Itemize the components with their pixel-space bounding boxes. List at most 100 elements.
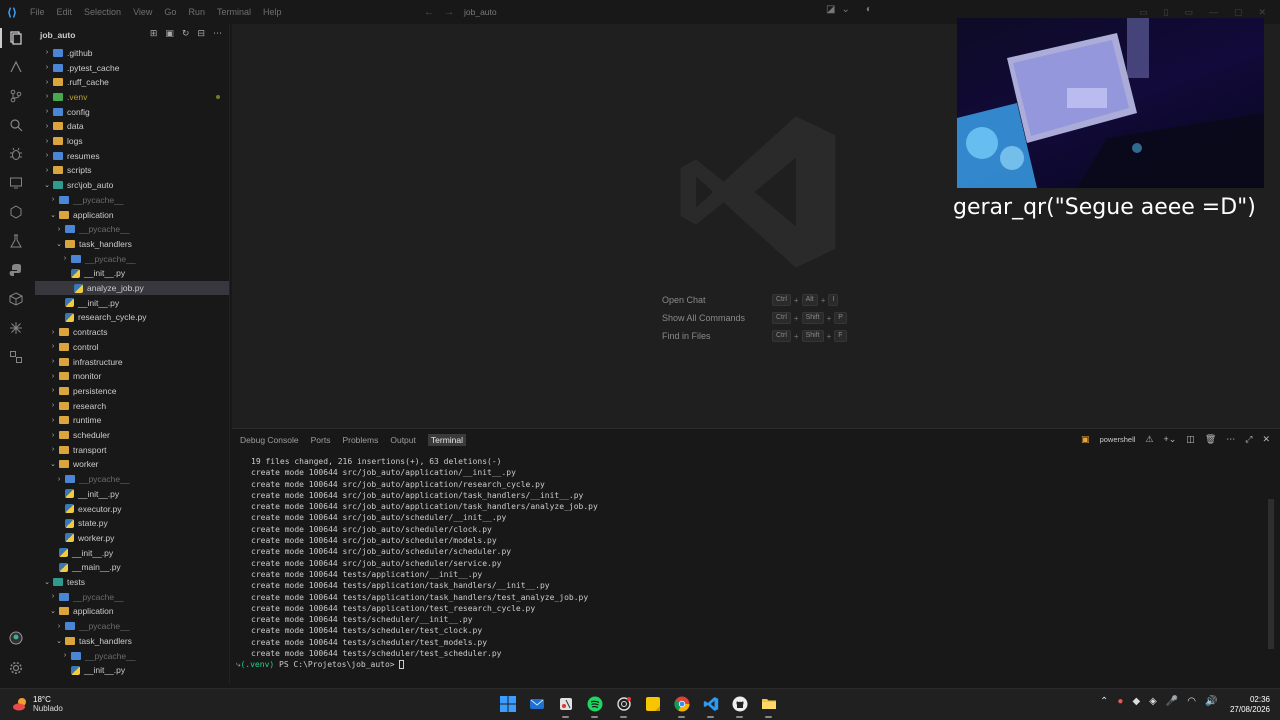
close-icon[interactable]: ✕: [1258, 7, 1266, 18]
new-folder-icon[interactable]: ▣: [165, 28, 174, 39]
chevron-down-icon[interactable]: ⌄: [54, 240, 64, 248]
tree-folder[interactable]: › __pycache__: [32, 472, 230, 487]
tree-folder[interactable]: › resumes: [32, 148, 230, 163]
tree-file[interactable]: executor.py: [32, 501, 230, 516]
chevron-right-icon[interactable]: ›: [42, 79, 52, 86]
tree-folder[interactable]: ⌄ tests: [32, 575, 230, 590]
chevron-right-icon[interactable]: ›: [54, 623, 64, 630]
collapse-all-icon[interactable]: ⊟: [197, 28, 205, 39]
menu-selection[interactable]: Selection: [78, 0, 127, 24]
chevron-right-icon[interactable]: ›: [48, 358, 58, 365]
chevron-right-icon[interactable]: ›: [42, 167, 52, 174]
shortcut-find-in-files[interactable]: Find in Files Ctrl + Shift + F: [662, 330, 847, 342]
menu-view[interactable]: View: [127, 0, 158, 24]
windows-start-icon[interactable]: [498, 694, 517, 714]
refresh-icon[interactable]: ↻: [182, 28, 190, 39]
remote-explorer-icon[interactable]: [0, 169, 32, 197]
chevron-right-icon[interactable]: ›: [48, 373, 58, 380]
chevron-down-icon[interactable]: ⌄: [48, 460, 58, 468]
tree-folder[interactable]: › infrastructure: [32, 354, 230, 369]
chevron-up-icon[interactable]: ⌃: [1100, 696, 1108, 707]
warning-icon[interactable]: ⚠: [1145, 434, 1153, 445]
chevron-right-icon[interactable]: ›: [48, 593, 58, 600]
maximize-icon[interactable]: ▢: [1234, 7, 1243, 18]
menu-terminal[interactable]: Terminal: [211, 0, 257, 24]
snipping-tool-icon[interactable]: [556, 694, 575, 718]
tree-file[interactable]: __main__.py: [32, 560, 230, 575]
tree-folder[interactable]: › transport: [32, 442, 230, 457]
tree-folder[interactable]: › .ruff_cache: [32, 75, 230, 90]
tree-file[interactable]: __init__.py: [32, 663, 230, 678]
chevron-right-icon[interactable]: ›: [42, 108, 52, 115]
file-explorer-icon[interactable]: [759, 694, 778, 718]
shortcut-show-all-commands[interactable]: Show All Commands Ctrl + Shift + P: [662, 312, 847, 324]
chevron-right-icon[interactable]: ›: [42, 152, 52, 159]
chevron-right-icon[interactable]: ›: [48, 446, 58, 453]
accounts-badge-icon[interactable]: ◐: [866, 4, 872, 15]
debug-icon[interactable]: [0, 140, 32, 168]
chevron-right-icon[interactable]: ›: [48, 387, 58, 394]
tree-folder[interactable]: › persistence: [32, 384, 230, 399]
settings-sync-icon[interactable]: [0, 314, 32, 342]
terminal-scrollbar[interactable]: [1268, 499, 1274, 649]
more-actions-icon[interactable]: ⋯: [213, 28, 222, 39]
chevron-down-icon[interactable]: ⌄: [42, 181, 52, 189]
tree-folder[interactable]: › scheduler: [32, 428, 230, 443]
tree-file[interactable]: __init__.py: [32, 295, 230, 310]
chevron-right-icon[interactable]: ›: [48, 432, 58, 439]
terminal-prompt[interactable]: ⤷(.venv) PS C:\Projetos\job_auto>: [236, 660, 405, 670]
kill-terminal-icon[interactable]: 🗑: [1205, 434, 1216, 445]
tree-folder[interactable]: ⌄ application: [32, 207, 230, 222]
minimize-icon[interactable]: —: [1209, 7, 1218, 17]
tree-folder[interactable]: › __pycache__: [32, 251, 230, 266]
account-icon[interactable]: [0, 624, 32, 652]
tree-file[interactable]: state.py: [32, 516, 230, 531]
misc-icon[interactable]: [0, 343, 32, 371]
toggle-sidebar-icon[interactable]: ▯: [1163, 7, 1168, 18]
new-file-icon[interactable]: ⊞: [150, 28, 158, 39]
volume-icon[interactable]: 🔊: [1205, 696, 1217, 707]
tree-folder[interactable]: › __pycache__: [32, 619, 230, 634]
wifi-icon[interactable]: ◠: [1187, 696, 1196, 707]
tree-file[interactable]: __init__.py: [32, 266, 230, 281]
terminal-profile-label[interactable]: powershell: [1100, 435, 1136, 444]
settings-gear-icon[interactable]: [0, 654, 32, 682]
chevron-right-icon[interactable]: ›: [42, 138, 52, 145]
chevron-right-icon[interactable]: ›: [54, 226, 64, 233]
tree-folder[interactable]: › monitor: [32, 369, 230, 384]
tree-folder[interactable]: ⌄ worker: [32, 457, 230, 472]
command-center-search[interactable]: job_auto: [458, 5, 858, 20]
microphone-icon[interactable]: 🎤: [1166, 696, 1178, 707]
chevron-right-icon[interactable]: ›: [42, 93, 52, 100]
tree-file[interactable]: __init__.py: [32, 487, 230, 502]
source-control-icon[interactable]: [0, 82, 32, 110]
chevron-down-icon[interactable]: ⌄: [42, 578, 52, 586]
tree-file[interactable]: research_cycle.py: [32, 310, 230, 325]
chevron-right-icon[interactable]: ›: [48, 343, 58, 350]
tab-problems[interactable]: Problems: [342, 434, 378, 446]
tray-app-icon[interactable]: ◆: [1132, 696, 1140, 707]
tree-folder[interactable]: › __pycache__: [32, 222, 230, 237]
weather-widget[interactable]: 18°C Nublado: [12, 695, 63, 713]
tab-terminal[interactable]: Terminal: [427, 434, 467, 446]
tree-folder[interactable]: ⌄ src\job_auto: [32, 178, 230, 193]
new-terminal-icon[interactable]: +⌄: [1164, 434, 1177, 445]
sticky-notes-icon[interactable]: [643, 694, 662, 714]
terminal-output[interactable]: 19 files changed, 216 insertions(+), 63 …: [251, 456, 1251, 659]
tab-ports[interactable]: Ports: [311, 434, 331, 446]
taskbar-clock[interactable]: 02:36 27/08/2026: [1230, 695, 1270, 715]
tree-folder[interactable]: › contracts: [32, 325, 230, 340]
tree-folder[interactable]: ⌄ application: [32, 604, 230, 619]
chevron-right-icon[interactable]: ›: [48, 417, 58, 424]
tree-folder[interactable]: › logs: [32, 134, 230, 149]
chevron-right-icon[interactable]: ›: [42, 123, 52, 130]
chevron-right-icon[interactable]: ›: [48, 196, 58, 203]
tree-folder[interactable]: › .venv: [32, 90, 230, 105]
outlook-icon[interactable]: [527, 694, 546, 714]
chevron-down-icon[interactable]: ⌄: [54, 637, 64, 645]
tree-folder[interactable]: › research: [32, 398, 230, 413]
layout-icon[interactable]: ▭: [1139, 7, 1148, 18]
menu-run[interactable]: Run: [182, 0, 211, 24]
chevron-down-icon[interactable]: ⌄: [48, 607, 58, 615]
tree-folder[interactable]: › runtime: [32, 413, 230, 428]
